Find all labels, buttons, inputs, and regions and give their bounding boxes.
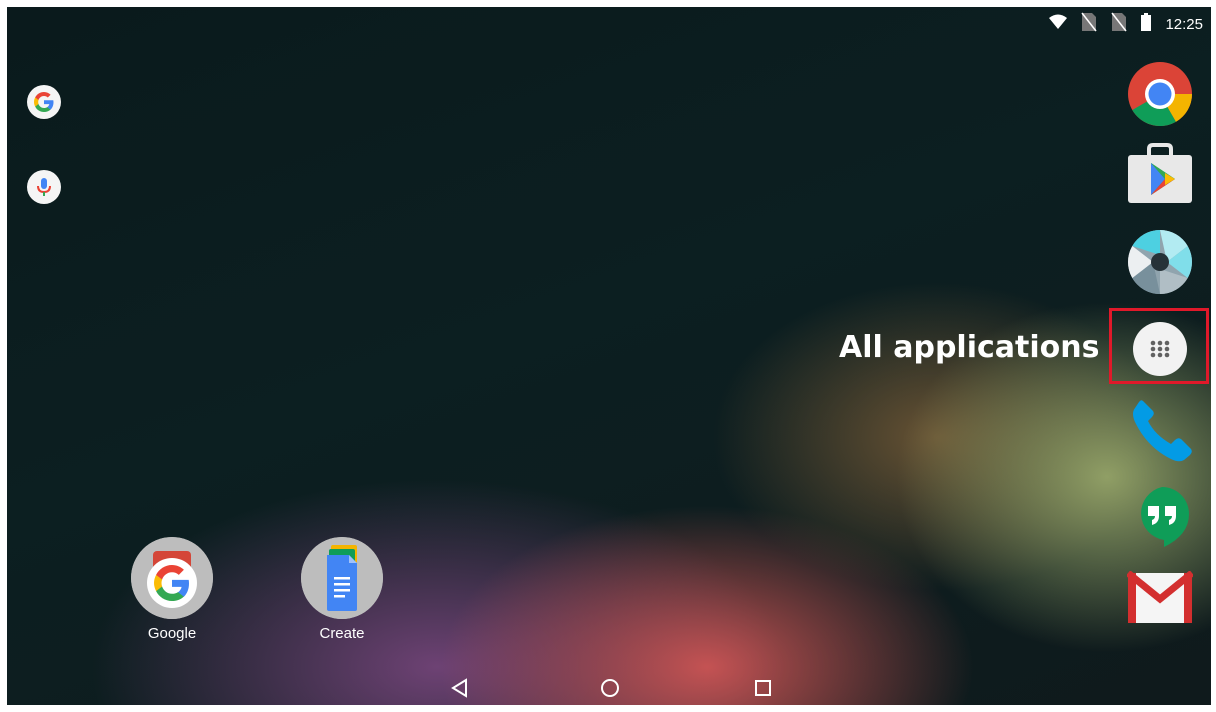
google-search-icon[interactable] <box>27 85 61 119</box>
all-applications-annotation: All applications <box>839 330 1100 365</box>
desktop-app-label: Create <box>319 625 365 642</box>
status-time: 12:25 <box>1165 15 1203 33</box>
home-screen: 12:25 All applications Google Create <box>7 7 1211 705</box>
navigation-bar <box>7 669 1211 705</box>
recents-icon[interactable] <box>748 673 778 703</box>
back-icon[interactable] <box>445 673 475 703</box>
play-store-icon[interactable] <box>1127 143 1193 205</box>
no-sim-icon <box>1081 12 1098 37</box>
docs-create-icon <box>301 537 383 619</box>
battery-icon <box>1141 12 1152 36</box>
home-icon[interactable] <box>595 673 625 703</box>
camera-icon[interactable] <box>1127 229 1193 295</box>
wifi-icon <box>1049 14 1068 35</box>
desktop-app-create[interactable]: Create <box>287 537 397 642</box>
google-folder-icon <box>131 537 213 619</box>
no-sim-icon <box>1111 12 1128 37</box>
status-bar: 12:25 <box>1049 12 1203 37</box>
desktop-app-google[interactable]: Google <box>117 537 227 642</box>
microphone-icon[interactable] <box>27 170 61 204</box>
all-apps-highlight-box <box>1109 308 1209 384</box>
gmail-icon[interactable] <box>1127 571 1193 625</box>
hangouts-icon[interactable] <box>1132 485 1192 551</box>
chrome-icon[interactable] <box>1127 61 1193 127</box>
desktop-app-label: Google <box>147 625 197 642</box>
phone-icon[interactable] <box>1129 397 1195 463</box>
